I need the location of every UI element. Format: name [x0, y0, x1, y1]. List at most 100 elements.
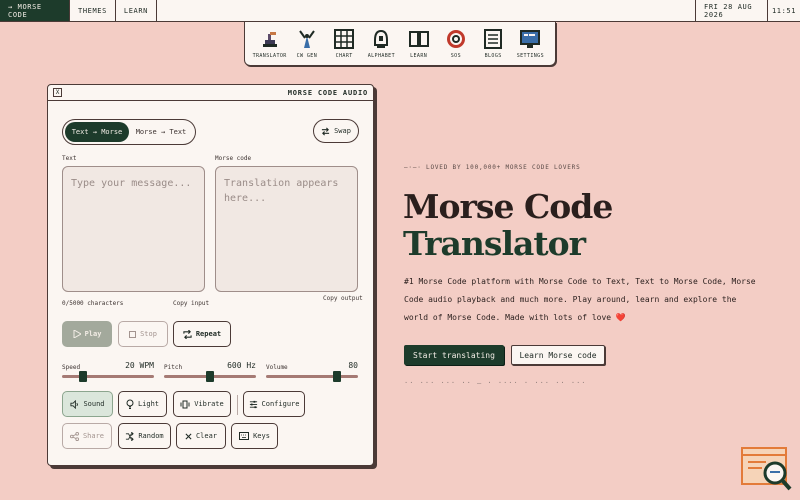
speed-slider-thumb[interactable]: [78, 371, 87, 382]
nav-label: SOS: [450, 53, 461, 59]
lifebuoy-icon: [446, 30, 465, 48]
keys-label: Keys: [253, 432, 270, 440]
topbar-spacer: [157, 0, 696, 21]
repeat-icon: [183, 329, 192, 339]
shuffle-icon: [126, 431, 135, 441]
light-label: Light: [137, 400, 160, 408]
lightbulb-icon: [126, 399, 134, 409]
vibrate-icon: [180, 400, 190, 408]
speed-value: 20 WPM: [125, 361, 154, 370]
morse-decoration: ·· ··· ··· ·· — · ···· · ··· ·· ···: [404, 379, 587, 387]
toolbar-divider: [237, 395, 238, 415]
mode-morse-to-text[interactable]: Morse → Text: [129, 122, 193, 142]
speed-label: Speed: [62, 364, 81, 371]
close-icon: [185, 433, 192, 439]
copy-input-button[interactable]: Copy input: [173, 300, 209, 307]
configure-label: Configure: [261, 400, 300, 408]
repeat-label: Repeat: [195, 330, 222, 338]
share-icon: [69, 431, 79, 441]
document-icon: [484, 29, 503, 49]
keys-button[interactable]: Keys: [231, 423, 278, 449]
swap-icon: [321, 127, 330, 135]
text-input[interactable]: Type your message...: [62, 166, 205, 292]
vibrate-label: Vibrate: [194, 400, 224, 408]
panel-header: X MORSE CODE AUDIO: [48, 85, 373, 101]
swap-button[interactable]: Swap: [313, 119, 359, 143]
hero-tagline: —·—· LOVED BY 100,000+ MORSE CODE LOVERS: [404, 164, 581, 171]
hero-description: #1 Morse Code platform with Morse Code t…: [404, 277, 756, 322]
char-count: 0/5000 characters: [62, 300, 124, 307]
panel-title: MORSE CODE AUDIO: [287, 88, 368, 97]
learn-morse-button[interactable]: Learn Morse code: [511, 345, 605, 365]
morse-label: Morse code: [215, 155, 252, 162]
mode-text-to-morse[interactable]: Text → Morse: [65, 122, 129, 142]
nav-chart[interactable]: CHART: [327, 28, 361, 59]
book-icon: [408, 31, 429, 47]
sound-label: Sound: [83, 400, 105, 408]
alphabet-icon: [374, 29, 389, 48]
nav-alphabet[interactable]: ALPHABET: [364, 28, 398, 59]
nav-label: CHART: [335, 53, 353, 59]
mode-toggle: Text → Morse Morse → Text: [62, 119, 196, 145]
time-display: 11:51: [771, 6, 797, 15]
nav-label: ALPHABET: [367, 53, 396, 59]
hero-title-line2: Translator: [403, 224, 586, 263]
clear-label: Clear: [195, 432, 218, 440]
chart-grid-icon: [334, 29, 355, 49]
stop-button[interactable]: Stop: [118, 321, 168, 347]
antenna-icon: [299, 30, 315, 48]
keyboard-icon: [239, 432, 250, 440]
panel-close-button[interactable]: X: [53, 88, 62, 97]
random-button[interactable]: Random: [118, 423, 171, 449]
nav-settings[interactable]: SETTINGS: [513, 28, 547, 59]
share-button[interactable]: Share: [62, 423, 112, 449]
nav-label: BLOGS: [484, 53, 502, 59]
speed-slider[interactable]: [62, 375, 154, 378]
nav-cw-gen[interactable]: CW GEN: [290, 28, 324, 59]
hero-title-line1: Morse Code: [403, 187, 613, 226]
nav-learn[interactable]: LEARN: [402, 28, 436, 59]
top-bar: → MORSE CODE THEMES LEARN FRI 28 AUG 202…: [0, 0, 800, 22]
nav-label: CW GEN: [296, 53, 318, 59]
nav-label: SETTINGS: [516, 53, 545, 59]
play-label: Play: [84, 330, 102, 338]
volume-slider[interactable]: [266, 375, 358, 378]
play-button[interactable]: Play: [62, 321, 112, 347]
swap-label: Swap: [334, 127, 351, 135]
volume-label: Volume: [266, 364, 288, 371]
stop-label: Stop: [140, 330, 157, 338]
icon-navigation: TRANSLATOR CW GEN CHART ALPHABET LEARN S…: [244, 22, 556, 66]
configure-button[interactable]: Configure: [243, 391, 305, 417]
monitor-icon: [520, 30, 541, 48]
pitch-value: 600 Hz: [227, 361, 256, 370]
volume-value: 80: [348, 361, 358, 370]
light-button[interactable]: Light: [118, 391, 167, 417]
play-icon: [73, 330, 81, 338]
copy-output-button[interactable]: Copy output: [323, 295, 363, 302]
search-widget-icon[interactable]: [740, 446, 792, 492]
nav-label: LEARN: [410, 53, 428, 59]
pitch-slider-thumb[interactable]: [206, 371, 214, 382]
morse-output[interactable]: Translation appears here...: [215, 166, 358, 292]
translator-icon: [262, 32, 277, 47]
nav-blogs[interactable]: BLOGS: [476, 28, 510, 59]
brand-link[interactable]: → MORSE CODE: [0, 0, 70, 21]
learn-link[interactable]: LEARN: [116, 0, 157, 21]
sliders-icon: [249, 400, 257, 408]
clear-button[interactable]: Clear: [176, 423, 226, 449]
pitch-label: Pitch: [164, 364, 183, 371]
themes-link[interactable]: THEMES: [70, 0, 116, 21]
speaker-icon: [70, 399, 79, 409]
text-label: Text: [62, 155, 77, 162]
start-translating-button[interactable]: Start translating: [404, 345, 504, 365]
volume-slider-thumb[interactable]: [333, 371, 342, 382]
repeat-button[interactable]: Repeat: [173, 321, 231, 347]
morse-audio-panel: X MORSE CODE AUDIO Text → Morse Morse → …: [47, 84, 374, 466]
sound-button[interactable]: Sound: [62, 391, 113, 417]
vibrate-button[interactable]: Vibrate: [173, 391, 231, 417]
nav-sos[interactable]: SOS: [439, 28, 473, 59]
share-label: Share: [82, 432, 105, 440]
random-label: Random: [138, 432, 164, 440]
stop-icon: [129, 330, 137, 338]
nav-translator[interactable]: TRANSLATOR: [253, 28, 287, 59]
